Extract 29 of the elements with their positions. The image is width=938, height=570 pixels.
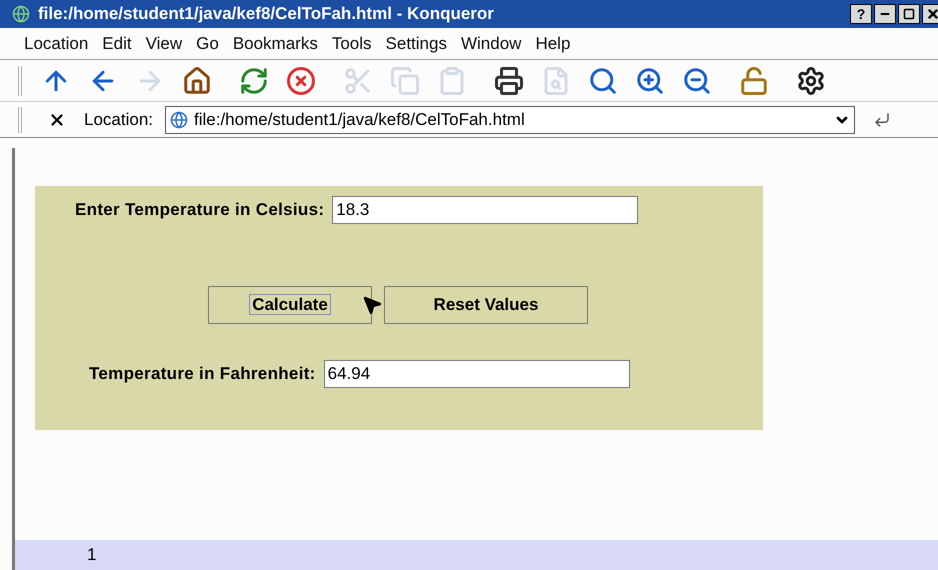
window-title: file:/home/student1/java/kef8/CelToFah.html - Konqueror (38, 3, 494, 26)
menu-item[interactable]: Edit (102, 30, 132, 56)
menu-item[interactable]: Location (24, 30, 88, 56)
help-button[interactable]: ? (850, 4, 872, 24)
close-icon (926, 7, 938, 21)
close-button[interactable] (922, 4, 938, 24)
cursor-icon (361, 294, 383, 316)
fahrenheit-label: Temperature in Fahrenheit: (89, 363, 316, 386)
menu-item[interactable]: View (146, 30, 182, 56)
maximize-icon (903, 8, 915, 20)
app-icon (12, 5, 30, 23)
celsius-field[interactable]: 18.3 (332, 196, 638, 224)
celsius-label: Enter Temperature in Celsius: (75, 199, 324, 222)
status-text: 1 (87, 544, 96, 566)
reset-button[interactable]: Reset Values (384, 286, 588, 324)
globe-icon (170, 110, 188, 128)
calculate-button[interactable]: Calculate (208, 286, 372, 324)
menu-item[interactable]: Bookmarks (232, 30, 318, 56)
menu-item[interactable]: Help (535, 30, 570, 56)
menu-item[interactable]: Tools (332, 30, 372, 56)
menu-item[interactable]: Go (196, 30, 219, 56)
menu-item[interactable]: Settings (386, 30, 447, 56)
location-label: Location: (84, 108, 153, 131)
maximize-button[interactable] (898, 4, 920, 24)
fahrenheit-field[interactable]: 64.94 (324, 360, 630, 388)
location-field[interactable]: file:/home/student1/java/kef8/CelToFah.html (165, 106, 855, 134)
menu-item[interactable]: Window (460, 30, 522, 56)
go-icon[interactable] (873, 110, 891, 128)
minimize-button[interactable] (874, 4, 896, 24)
